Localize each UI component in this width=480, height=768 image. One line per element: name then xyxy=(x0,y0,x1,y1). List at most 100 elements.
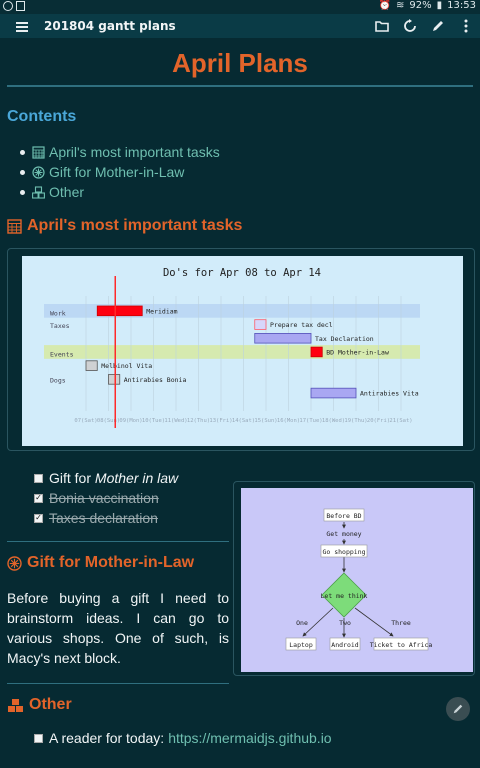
gantt-task-bar xyxy=(85,360,98,371)
gantt-task-bar xyxy=(254,333,312,344)
gantt-section-label: Events xyxy=(50,351,74,359)
task-checkbox-checked[interactable]: ✓ xyxy=(34,513,43,523)
battery-level: 92% xyxy=(409,0,432,11)
overflow-menu-button[interactable] xyxy=(458,18,474,34)
section-heading-gift: Gift for Mother-in-Law xyxy=(7,554,194,572)
task-label: Taxes declaration xyxy=(49,510,158,526)
gantt-task-label: Tax Declaration xyxy=(315,335,374,343)
task-checkbox-checked[interactable]: ✓ xyxy=(34,493,43,503)
gantt-tick-label: 12(Thu) xyxy=(187,418,210,424)
gear-flower-icon xyxy=(7,555,22,571)
gantt-tick-label: 18(Wed) xyxy=(322,418,345,424)
divider xyxy=(7,541,229,542)
calendar-icon xyxy=(7,218,22,234)
table-of-contents: April's most important tasks Gift for Mo… xyxy=(20,142,220,202)
pencil-icon xyxy=(433,21,443,31)
section-heading-other: Other xyxy=(7,696,72,714)
gantt-task-label: Melbinol Vita xyxy=(101,362,152,370)
gantt-tick-label: 17(Tue) xyxy=(299,418,322,424)
folder-icon xyxy=(375,21,389,32)
alarm-icon: ⏰ xyxy=(378,0,392,11)
gantt-task-bar xyxy=(108,374,121,385)
flow-edge-label: Three xyxy=(391,619,411,627)
gantt-tick-label: 15(Sun) xyxy=(254,418,277,424)
flowchart-svg: Before BD Get money Go shopping Let me t… xyxy=(285,508,433,651)
flow-node-label: Before BD xyxy=(326,512,361,520)
pencil-icon xyxy=(453,704,463,714)
app-toolbar: 201804 gantt plans xyxy=(0,14,480,38)
gantt-tick-label: 19(Thu) xyxy=(344,418,367,424)
section-heading-tasks: April's most important tasks xyxy=(7,217,242,235)
task-label: Bonia vaccination xyxy=(49,490,159,506)
gantt-tick-label: 20(Fri) xyxy=(367,418,390,424)
refresh-icon xyxy=(404,19,416,32)
status-bar: ⏰ ≋ 92% ▮ 13:53 xyxy=(0,0,480,14)
flow-node-label: Go shopping xyxy=(322,548,365,556)
gantt-task-label: Antirabies Bonia xyxy=(124,376,187,384)
task-item-reader[interactable]: A reader for today: https://mermaidjs.gi… xyxy=(34,730,332,746)
edit-fab[interactable] xyxy=(446,697,470,721)
gantt-title: Do's for Apr 08 to Apr 14 xyxy=(163,267,321,279)
flow-edge-label: One xyxy=(296,619,308,627)
task-list: Gift for Mother in law ✓ Bonia vaccinati… xyxy=(34,468,178,528)
gantt-tick-label: 14(Sat) xyxy=(232,418,255,424)
gear-flower-icon xyxy=(32,165,45,179)
divider xyxy=(7,683,229,684)
flow-edge-label: Two xyxy=(339,619,351,627)
toc-item-important-tasks[interactable]: April's most important tasks xyxy=(20,142,220,162)
task-item-taxes[interactable]: ✓ Taxes declaration xyxy=(34,508,178,528)
gantt-tick-label: 16(Mon) xyxy=(277,418,300,424)
gantt-chart-card: Do's for Apr 08 to Apr 14 Work Taxes Event… xyxy=(7,248,475,451)
gantt-tick-label: 11(Wed) xyxy=(164,418,187,424)
notification-icon xyxy=(3,1,13,11)
battery-icon: ▮ xyxy=(436,0,443,11)
cubes-icon xyxy=(8,698,23,712)
flow-node-label: Let me think xyxy=(321,592,368,600)
folder-button[interactable] xyxy=(374,18,390,34)
toc-item-other[interactable]: Other xyxy=(20,182,220,202)
task-item-vaccination[interactable]: ✓ Bonia vaccination xyxy=(34,488,178,508)
toc-item-gift[interactable]: Gift for Mother-in-Law xyxy=(20,162,220,182)
flow-node-label: Laptop xyxy=(289,641,313,649)
more-vertical-icon xyxy=(464,19,468,33)
clipboard-icon xyxy=(16,1,25,11)
gantt-task-bar xyxy=(310,387,357,399)
gantt-tick-label: 09(Mon) xyxy=(119,418,142,424)
contents-heading: Contents xyxy=(7,108,77,125)
gantt-task-label: Meridiam xyxy=(146,307,177,315)
toolbar-title: 201804 gantt plans xyxy=(44,19,176,33)
task-label: Gift for Mother in law xyxy=(49,470,179,486)
refresh-button[interactable] xyxy=(402,18,418,34)
wifi-icon: ≋ xyxy=(396,0,405,11)
flowchart-card: Before BD Get money Go shopping Let me t… xyxy=(233,481,475,676)
title-divider xyxy=(7,85,473,87)
gantt-chart: Do's for Apr 08 to Apr 14 Work Taxes Event… xyxy=(22,256,463,446)
flowchart: Before BD Get money Go shopping Let me t… xyxy=(241,488,473,672)
gantt-section-label: Work xyxy=(50,310,66,318)
gantt-task-bar xyxy=(96,305,143,317)
gantt-task-bar xyxy=(254,319,267,330)
task-checkbox[interactable] xyxy=(34,733,43,743)
section-heading-label: April's most important tasks xyxy=(27,217,243,234)
page-title: April Plans xyxy=(172,48,308,78)
toc-item-label: April's most important tasks xyxy=(49,144,220,160)
cubes-icon xyxy=(32,185,45,199)
menu-button[interactable] xyxy=(0,14,44,38)
gantt-task-bar xyxy=(310,346,323,358)
gantt-tick-label: 10(Tue) xyxy=(142,418,165,424)
section-heading-label: Other xyxy=(29,696,72,713)
gantt-task-label: Prepare tax decl xyxy=(270,321,333,329)
mermaid-link[interactable]: https://mermaidjs.github.io xyxy=(168,730,331,746)
task-checkbox[interactable] xyxy=(34,473,43,483)
toc-item-label: Other xyxy=(49,184,85,200)
gift-paragraph: Before buying a gift I need to brainstor… xyxy=(7,590,229,666)
flow-node-label: Ticket to Africa xyxy=(370,641,433,649)
gantt-chart-svg: Do's for Apr 08 to Apr 14 Work Taxes Event… xyxy=(44,267,420,428)
reader-label: A reader for today: xyxy=(49,730,165,746)
task-item-gift[interactable]: Gift for Mother in law xyxy=(34,468,178,488)
section-heading-label: Gift for Mother-in-Law xyxy=(27,554,195,571)
flow-edge-label: Get money xyxy=(326,530,361,538)
gantt-section-label: Dogs xyxy=(50,377,66,385)
note-content: April Plans Contents April's most import… xyxy=(0,38,480,768)
edit-button[interactable] xyxy=(430,18,446,34)
